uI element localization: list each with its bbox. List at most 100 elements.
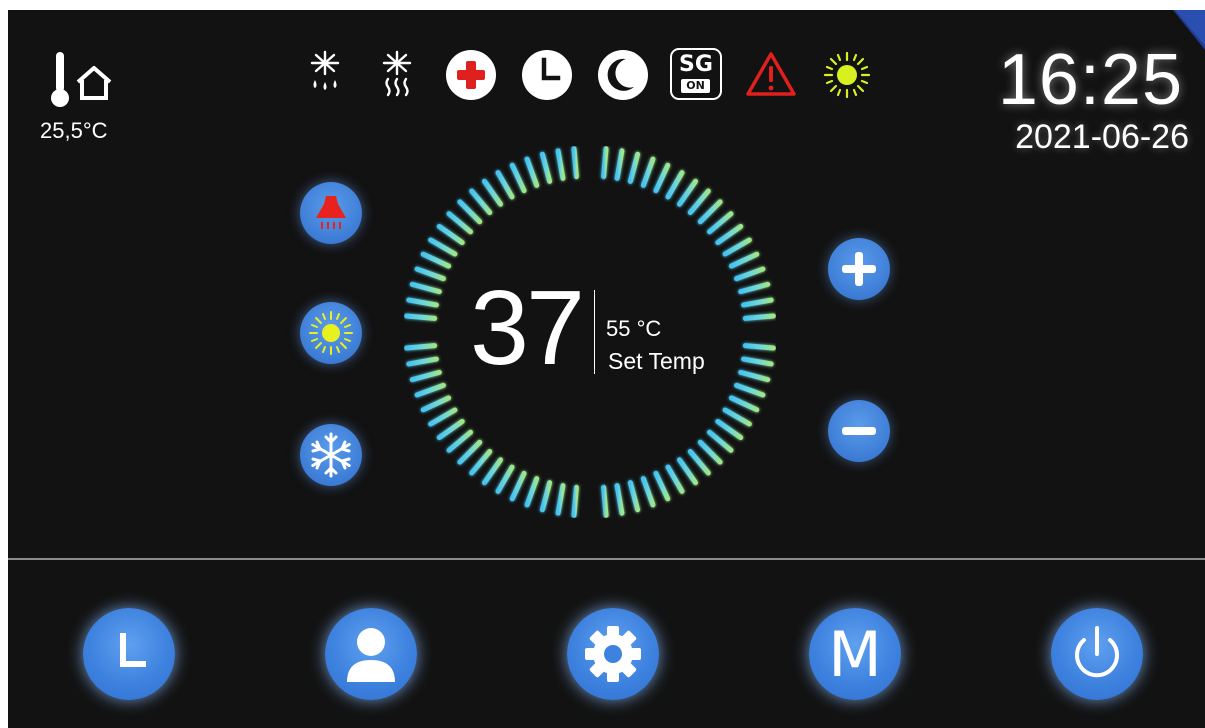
dial-tick: [742, 343, 776, 351]
nav-user-button[interactable]: [325, 608, 417, 700]
dial-tick: [676, 457, 699, 486]
heating-defrost-icon: [382, 50, 412, 97]
clock-icon: [522, 50, 572, 100]
dial-tick: [469, 449, 493, 476]
plus-icon: [842, 252, 876, 286]
dial-tick: [738, 281, 771, 295]
dial-tick: [707, 429, 734, 453]
dial-tick: [428, 407, 458, 427]
manual-mode-label: M: [828, 618, 882, 691]
user-icon: [347, 628, 395, 682]
nav-manual-mode-button[interactable]: M: [809, 608, 901, 700]
heating-mode-button[interactable]: [300, 302, 362, 364]
dial-tick: [640, 476, 656, 508]
dial-tick: [436, 418, 465, 441]
dial-tick: [741, 297, 774, 308]
dial-tick: [627, 480, 641, 513]
power-icon: [1075, 626, 1119, 678]
dial-tick: [707, 211, 734, 235]
dial-tick: [420, 395, 452, 413]
defrost-icon: [310, 50, 340, 90]
nav-settings-button[interactable]: [567, 608, 659, 700]
dial-tick: [539, 151, 553, 184]
dial-tick: [509, 470, 527, 502]
dial-tick: [524, 156, 540, 188]
shower-icon: [316, 196, 346, 229]
clock-date: 2021-06-26: [1015, 118, 1189, 156]
dial-tick: [722, 237, 752, 257]
dial-tick: [665, 170, 685, 200]
dial-tick: [601, 146, 609, 180]
sun-heating-icon: [309, 311, 353, 355]
indoor-thermometer-house-icon: [51, 52, 112, 107]
dial-tick: [614, 148, 625, 181]
dial-tick: [697, 199, 723, 225]
dial-tick: [428, 237, 458, 257]
cooling-mode-button[interactable]: [300, 424, 362, 486]
warning-icon: [746, 52, 796, 96]
dial-tick: [653, 162, 671, 194]
nav-power-button[interactable]: [1051, 608, 1143, 700]
set-temperature-value: 55 °C: [606, 316, 662, 341]
moon-icon: [598, 50, 648, 100]
dial-tick: [734, 382, 766, 398]
decrease-temperature-button[interactable]: [828, 400, 890, 462]
dial-tick: [653, 470, 671, 502]
dial-tick: [601, 484, 609, 518]
hot-water-mode-button[interactable]: [300, 182, 362, 244]
dial-tick: [481, 178, 504, 207]
gear-icon: [585, 626, 641, 682]
dial-tick: [734, 266, 766, 282]
dial-tick: [571, 484, 579, 518]
sg-on-icon: SG ON: [670, 48, 722, 100]
medical-cross-icon: [446, 50, 496, 100]
dial-tick: [446, 211, 473, 235]
dial-tick: [409, 281, 442, 295]
increase-temperature-button[interactable]: [828, 238, 890, 300]
dial-tick: [571, 146, 579, 180]
snowflake-icon: [311, 432, 351, 478]
sg-label: SG: [679, 52, 713, 77]
sg-on-label: ON: [681, 79, 710, 93]
dial-tick: [614, 483, 625, 516]
dial-tick: [524, 476, 540, 508]
nav-schedule-button[interactable]: [83, 608, 175, 700]
dial-tick: [697, 439, 723, 465]
temperature-dial-ring: [404, 146, 776, 518]
dial-tick: [404, 313, 438, 321]
dial-tick: [715, 223, 744, 246]
set-temperature-label: Set Temp: [608, 348, 705, 374]
dial-tick: [687, 449, 711, 476]
dial-tick: [555, 148, 566, 181]
clock-time: 16:25: [997, 40, 1183, 120]
dial-tick: [495, 464, 515, 494]
dial-tick: [420, 251, 452, 269]
dial-tick: [446, 429, 473, 453]
dial-tick: [640, 156, 656, 188]
dial-tick: [436, 223, 465, 246]
dial-tick: [509, 162, 527, 194]
dial-tick: [627, 151, 641, 184]
dial-tick: [722, 407, 752, 427]
dial-tick: [469, 188, 493, 215]
dial-tick: [738, 369, 771, 383]
dial-tick: [414, 382, 446, 398]
indoor-temperature: 25,5°C: [40, 118, 108, 143]
sun-icon: [823, 51, 871, 99]
dial-tick: [481, 457, 504, 486]
dial-tick: [741, 356, 774, 367]
dial-tick: [539, 480, 553, 513]
section-divider: [8, 558, 1205, 560]
thermostat-screen: 25,5°C SG ON 16:25 2021-06-26 37 55 °C S…: [8, 10, 1205, 728]
dial-tick: [742, 313, 776, 321]
dial-tick: [687, 188, 711, 215]
dial-tick: [406, 297, 439, 308]
dial-tick: [728, 251, 760, 269]
dial-tick: [414, 266, 446, 282]
dial-tick: [728, 395, 760, 413]
temperature-divider: [594, 290, 595, 374]
dial-tick: [495, 170, 515, 200]
dial-tick: [665, 464, 685, 494]
dial-tick: [676, 178, 699, 207]
dial-tick: [406, 356, 439, 367]
